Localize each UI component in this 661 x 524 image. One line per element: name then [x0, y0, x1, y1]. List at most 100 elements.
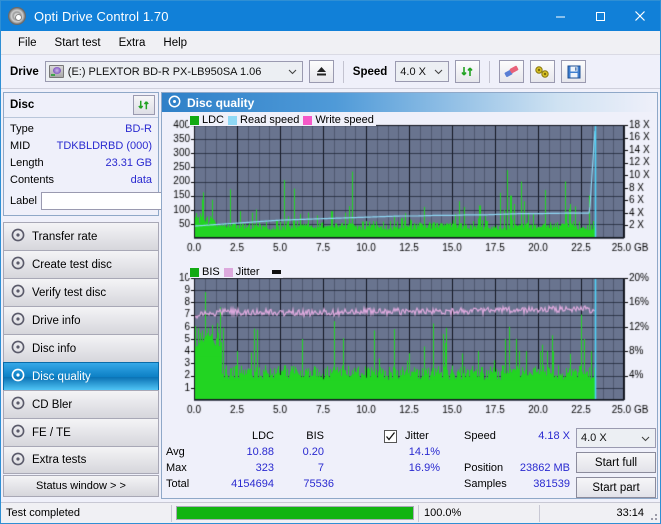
sidebar-item-extra-tests[interactable]: Extra tests [3, 446, 159, 474]
sidebar-item-verify-test-disc[interactable]: Verify test disc [3, 278, 159, 306]
menu-item-file[interactable]: File [9, 34, 46, 52]
disc-info-header: Disc [4, 93, 158, 118]
disc-row-contents-value: data [130, 174, 152, 186]
sidebar-item-cd-bler[interactable]: CD Bler [3, 390, 159, 418]
speed-select[interactable]: 4.0 X [395, 61, 450, 82]
disc-info-rows: Type BD-R MID TDKBLDRBD (000) Length 23.… [4, 118, 244, 215]
sidebar-item-disc-quality[interactable]: Disc quality [3, 362, 159, 390]
sidebar-item-label: FE / TE [32, 426, 71, 439]
stats-row-max-bis: 7 [317, 462, 324, 474]
status-window-button[interactable]: Status window > > [3, 475, 159, 497]
samples-stat-label: Samples [464, 478, 507, 490]
eject-button[interactable] [308, 60, 334, 83]
menu-bar: File Start test Extra Help [1, 31, 660, 55]
disc-refresh-button[interactable] [133, 95, 155, 115]
position-stat-label: Position [464, 462, 504, 474]
speed-stat-value: 4.18 X [538, 430, 570, 442]
disc-icon [11, 228, 25, 245]
sidebar-buttons: Transfer rate Create test disc Verify te… [3, 222, 159, 474]
status-bar: Test completed 100.0% 33:14 [1, 502, 660, 523]
divider [342, 60, 344, 83]
drive-toolbar: Drive (E:) PLEXTOR BD-R PX-LB950SA 1.06 … [1, 55, 660, 89]
close-button[interactable] [620, 1, 660, 31]
optical-drive-icon [48, 65, 64, 78]
resize-grip[interactable] [647, 510, 658, 521]
chevron-down-icon [637, 429, 654, 448]
sidebar-item-fe-te[interactable]: FE / TE [3, 418, 159, 446]
stats-row-max-jitter: 16.9% [408, 462, 440, 474]
jitter-checkbox[interactable] [384, 430, 397, 443]
sidebar-item-label: CD Bler [32, 398, 73, 411]
legend-label-ldc: LDC [202, 114, 225, 126]
stats-row-max-label: Max [166, 462, 187, 474]
erase-button[interactable] [499, 60, 525, 83]
samples-stat-value: 381539 [533, 478, 570, 490]
disc-icon [11, 368, 25, 385]
disc-label-key: Label [10, 195, 37, 207]
stats-col-ldc: LDC [251, 430, 274, 442]
chevron-down-icon [284, 62, 301, 81]
drive-select-value: (E:) PLEXTOR BD-R PX-LB950SA 1.06 [67, 65, 262, 78]
stats-row-avg-bis: 0.20 [302, 446, 324, 458]
chart-legend-bottom: BIS Jitter [188, 266, 283, 278]
stats-row-avg-jitter: 14.1% [408, 446, 440, 458]
chart-legend-top: LDC Read speed Write speed [188, 114, 376, 126]
stats-row-total-label: Total [166, 478, 190, 490]
maximize-button[interactable] [580, 1, 620, 31]
start-full-button[interactable]: Start full [576, 452, 656, 473]
legend-item-read-speed: Read speed [228, 114, 299, 126]
panel-header: Disc quality [162, 93, 657, 112]
legend-item-jitter: Jitter [223, 266, 260, 278]
disc-icon [8, 7, 26, 25]
speed-label: Speed [352, 65, 388, 78]
statistics-panel: LDC BIS Jitter Avg 10.88 0.20 14.1% Max … [162, 428, 657, 498]
disc-row-length-value: 23.31 GB [105, 157, 152, 169]
legend-swatch-jitter [223, 267, 233, 277]
disc-row-type: Type BD-R [10, 121, 152, 138]
legend-label-write-speed: Write speed [315, 114, 374, 126]
disc-icon [11, 396, 25, 413]
sidebar-item-label: Transfer rate [32, 230, 98, 243]
chart-bis-jitter[interactable]: BIS Jitter [162, 260, 661, 425]
sidebar-item-transfer-rate[interactable]: Transfer rate [3, 222, 159, 250]
disc-icon [11, 284, 25, 301]
chart-ldc-read-speed[interactable]: LDC Read speed Write speed [162, 112, 661, 262]
legend-swatch-read-speed [228, 115, 238, 125]
menu-item-help[interactable]: Help [154, 34, 196, 52]
stats-row-avg-label: Avg [166, 446, 185, 458]
tools-button[interactable] [530, 60, 556, 83]
disc-row-mid-value: TDKBLDRBD (000) [56, 140, 152, 152]
menu-item-start-test[interactable]: Start test [46, 34, 110, 52]
start-part-button[interactable]: Start part [576, 477, 656, 498]
disc-icon [11, 340, 25, 357]
disc-row-mid: MID TDKBLDRBD (000) [10, 138, 152, 155]
menu-item-extra[interactable]: Extra [110, 34, 155, 52]
drive-select[interactable]: (E:) PLEXTOR BD-R PX-LB950SA 1.06 [44, 61, 303, 82]
application-window: Opti Drive Control 1.70 File Start test … [0, 0, 661, 524]
save-button[interactable] [561, 60, 587, 83]
sidebar-item-label: Disc quality [32, 370, 91, 383]
disc-icon [11, 312, 25, 329]
progress-percent: 100.0% [424, 507, 462, 519]
refresh-button[interactable] [455, 60, 481, 83]
minimize-button[interactable] [540, 1, 580, 31]
status-message: Test completed [6, 507, 80, 519]
window-title: Opti Drive Control 1.70 [34, 8, 169, 24]
stats-row-total-ldc: 4154694 [231, 478, 274, 490]
divider [171, 504, 172, 522]
chevron-down-icon [430, 62, 447, 81]
disc-row-contents-key: Contents [10, 174, 55, 186]
sidebar-item-create-test-disc[interactable]: Create test disc [3, 250, 159, 278]
legend-item-ldc: LDC [190, 114, 224, 126]
test-speed-select[interactable]: 4.0 X [576, 428, 656, 448]
legend-item-write-speed: Write speed [303, 114, 374, 126]
window-controls [540, 1, 660, 31]
sidebar-item-disc-info[interactable]: Disc info [3, 334, 159, 362]
jitter-label: Jitter [405, 430, 429, 442]
disc-icon [11, 424, 25, 441]
disc-row-type-key: Type [10, 123, 34, 135]
drive-label: Drive [10, 65, 39, 78]
progress-bar [176, 506, 414, 520]
sidebar-item-label: Create test disc [32, 258, 112, 271]
sidebar-item-drive-info[interactable]: Drive info [3, 306, 159, 334]
